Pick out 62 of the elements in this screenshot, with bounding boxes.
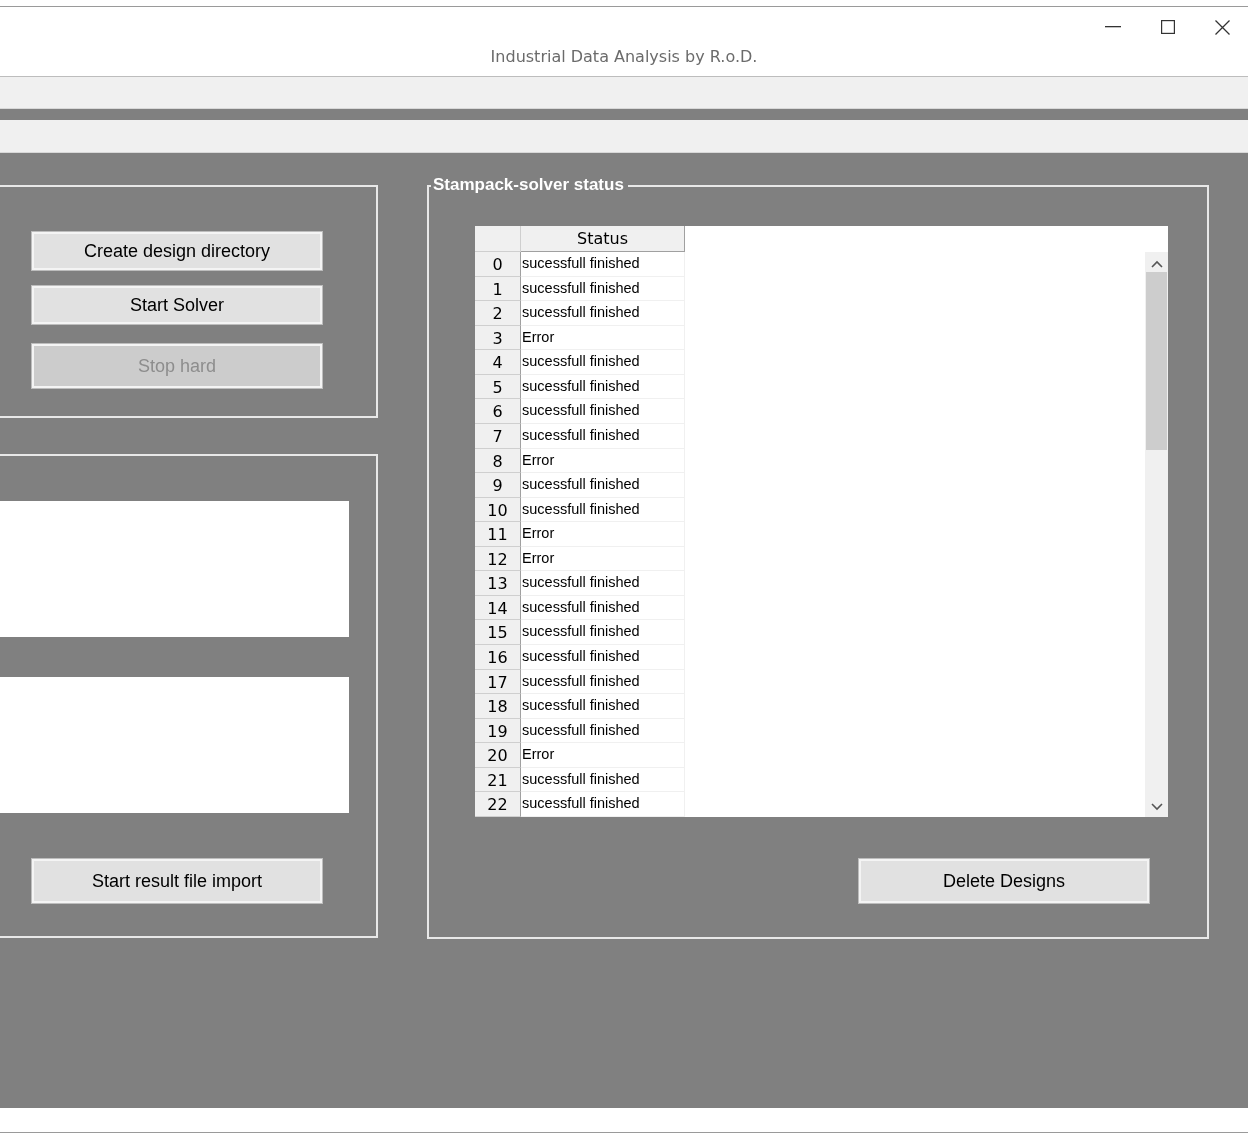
row-header[interactable]: 11 bbox=[475, 522, 521, 547]
table-cell: sucessfull finished bbox=[521, 473, 685, 498]
row-header[interactable]: 7 bbox=[475, 423, 521, 449]
table-cell: sucessfull finished bbox=[521, 792, 685, 817]
row-header[interactable]: 0 bbox=[475, 252, 521, 277]
row-header[interactable]: 22 bbox=[475, 792, 521, 817]
group-title: Stampack-solver status bbox=[431, 175, 628, 195]
row-header[interactable]: 13 bbox=[475, 571, 521, 596]
row-header[interactable]: 2 bbox=[475, 301, 521, 326]
table-cell: sucessfull finished bbox=[521, 497, 685, 523]
row-header[interactable]: 12 bbox=[475, 546, 521, 572]
row-header[interactable]: 14 bbox=[475, 595, 521, 621]
row-header[interactable]: 17 bbox=[475, 669, 521, 695]
table-cell: Error bbox=[521, 325, 685, 351]
column-header[interactable]: Status bbox=[521, 226, 685, 252]
action-button[interactable]: Create design directory bbox=[32, 232, 322, 270]
table-cell: sucessfull finished bbox=[521, 767, 685, 793]
maximize-icon[interactable] bbox=[1161, 20, 1175, 34]
table-cell: sucessfull finished bbox=[521, 423, 685, 449]
row-header[interactable]: 5 bbox=[475, 374, 521, 400]
row-header[interactable]: 15 bbox=[475, 620, 521, 645]
table-cell: sucessfull finished bbox=[521, 694, 685, 719]
row-header[interactable]: 19 bbox=[475, 718, 521, 744]
scroll-down-icon[interactable] bbox=[1150, 803, 1163, 811]
row-header[interactable]: 16 bbox=[475, 645, 521, 670]
table-cell: sucessfull finished bbox=[521, 374, 685, 400]
table-cell: sucessfull finished bbox=[521, 620, 685, 645]
table-cell: sucessfull finished bbox=[521, 276, 685, 302]
delete-button[interactable]: Delete Designs bbox=[859, 859, 1149, 903]
row-header[interactable]: 10 bbox=[475, 497, 521, 523]
table-cell: sucessfull finished bbox=[521, 595, 685, 621]
table-cell: sucessfull finished bbox=[521, 301, 685, 326]
row-header[interactable]: 1 bbox=[475, 276, 521, 302]
table-cell: sucessfull finished bbox=[521, 252, 685, 277]
table-corner bbox=[475, 226, 521, 252]
table-cell: sucessfull finished bbox=[521, 669, 685, 695]
table-cell: sucessfull finished bbox=[521, 718, 685, 744]
scroll-thumb[interactable] bbox=[1146, 272, 1167, 450]
window-title: Industrial Data Analysis by R.o.D. bbox=[489, 47, 759, 66]
row-header[interactable]: 18 bbox=[475, 694, 521, 719]
table-cell: sucessfull finished bbox=[521, 571, 685, 596]
row-header[interactable]: 8 bbox=[475, 448, 521, 474]
status-table[interactable] bbox=[475, 226, 1168, 817]
action-button[interactable]: Start Solver bbox=[32, 286, 322, 324]
row-header[interactable]: 4 bbox=[475, 350, 521, 375]
row-header[interactable]: 21 bbox=[475, 767, 521, 793]
row-header[interactable]: 20 bbox=[475, 743, 521, 768]
import-button[interactable]: Start result file import bbox=[32, 859, 322, 903]
minimize-icon[interactable] bbox=[1105, 26, 1121, 28]
table-cell: sucessfull finished bbox=[521, 399, 685, 424]
close-icon[interactable] bbox=[1215, 19, 1230, 35]
table-cell: Error bbox=[521, 743, 685, 768]
table-cell: Error bbox=[521, 546, 685, 572]
row-header[interactable]: 6 bbox=[475, 399, 521, 424]
row-header[interactable]: 3 bbox=[475, 325, 521, 351]
scroll-up-icon[interactable] bbox=[1150, 260, 1163, 268]
row-header[interactable]: 9 bbox=[475, 473, 521, 498]
table-cell: Error bbox=[521, 522, 685, 547]
table-cell: sucessfull finished bbox=[521, 350, 685, 375]
vertical-scrollbar[interactable] bbox=[1145, 252, 1168, 817]
table-cell: sucessfull finished bbox=[521, 645, 685, 670]
table-cell: Error bbox=[521, 448, 685, 474]
